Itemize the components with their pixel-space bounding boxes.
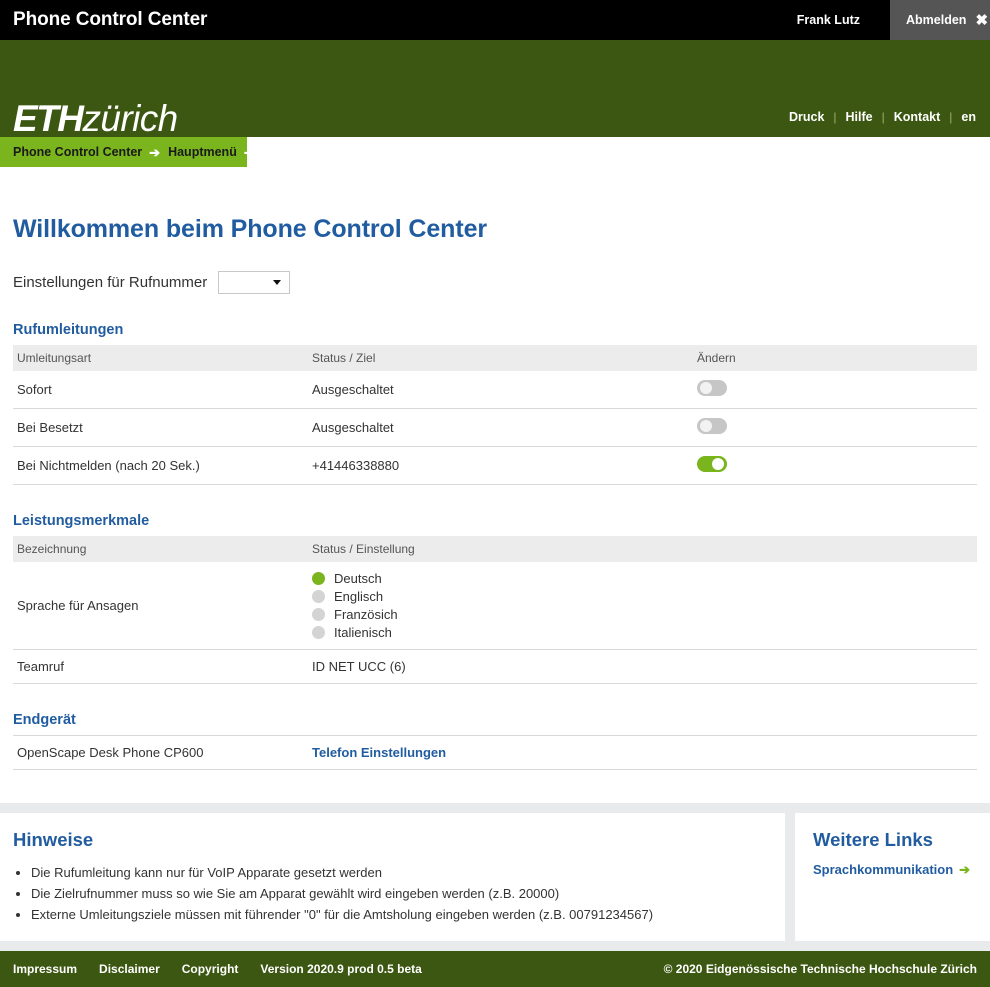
close-icon: ✖ (975, 11, 989, 29)
column-header-status-einstellung: Status / Einstellung (308, 536, 977, 562)
table-header-row: Bezeichnung Status / Einstellung (13, 536, 977, 562)
section-title-leistungsmerkmale: Leistungsmerkmale (13, 513, 150, 529)
forwarding-toggle-cell (693, 371, 977, 409)
radio-dot-icon (312, 572, 325, 585)
chevron-down-icon (273, 280, 282, 285)
feature-language-options-cell: Deutsch Englisch Französich Italienisch (308, 562, 977, 650)
radio-label: Französich (334, 607, 398, 622)
toggle-knob (712, 458, 724, 470)
footer-link-disclaimer[interactable]: Disclaimer (99, 962, 160, 976)
nav-link-kontakt[interactable]: Kontakt (885, 110, 950, 124)
nav-link-druck[interactable]: Druck (780, 110, 833, 124)
table-row: Teamruf ID NET UCC (6) (13, 649, 977, 684)
hinweise-title: Hinweise (13, 829, 94, 850)
forwarding-type: Sofort (13, 371, 308, 409)
main-content: Willkommen beim Phone Control Center Ein… (0, 215, 990, 770)
table-row: Sofort Ausgeschaltet (13, 371, 977, 409)
logo-zurich-text: zürich (82, 98, 179, 139)
current-user-label: Frank Lutz (796, 13, 860, 27)
table-row: Sprache für Ansagen Deutsch Englisch Fra… (13, 562, 977, 650)
table-row: Bei Nichtmelden (nach 20 Sek.) +41446338… (13, 446, 977, 485)
brand-nav: Druck | Hilfe | Kontakt | en (780, 110, 976, 124)
section-title-endgeraet: Endgerät (13, 712, 76, 728)
forwarding-toggle-cell (693, 446, 977, 485)
features-table: Bezeichnung Status / Einstellung Sprache… (13, 536, 977, 684)
list-item: Die Zielrufnummer muss so wie Sie am App… (31, 883, 765, 904)
radio-option-deutsch[interactable]: Deutsch (312, 571, 977, 586)
phone-number-label: Einstellungen für Rufnummer (13, 274, 208, 291)
radio-dot-icon (312, 626, 325, 639)
radio-label: Italienisch (334, 625, 392, 640)
toggle-switch-bei-nichtmelden[interactable] (697, 456, 727, 472)
table-row: OpenScape Desk Phone CP600 Telefon Einst… (13, 735, 977, 770)
feature-value-teamruf: ID NET UCC (6) (308, 649, 977, 684)
toggle-knob (700, 420, 712, 432)
hinweise-list: Die Rufumleitung kann nur für VoIP Appar… (13, 862, 765, 925)
hinweise-panel: Hinweise Die Rufumleitung kann nur für V… (0, 813, 785, 941)
column-header-status-ziel: Status / Ziel (308, 345, 693, 371)
radio-label: Englisch (334, 589, 384, 604)
radio-dot-icon (312, 590, 325, 603)
forwarding-type: Bei Nichtmelden (nach 20 Sek.) (13, 446, 308, 485)
forwarding-type: Bei Besetzt (13, 408, 308, 447)
link-sprachkommunikation[interactable]: Sprachkommunikation (813, 862, 953, 877)
app-header-bar: Phone Control Center Frank Lutz Abmelden… (0, 0, 990, 40)
list-item: Die Rufumleitung kann nur für VoIP Appar… (31, 862, 765, 883)
arrow-right-icon: ➔ (959, 862, 971, 877)
list-item: Sprachkommunikation ➔ (813, 862, 990, 877)
toggle-switch-sofort[interactable] (697, 380, 727, 396)
radio-option-italienisch[interactable]: Italienisch (312, 625, 977, 640)
toggle-knob (700, 382, 712, 394)
footer-link-copyright[interactable]: Copyright (182, 962, 239, 976)
radio-option-franzoesich[interactable]: Französich (312, 607, 977, 622)
brand-band: ETHzürich Druck | Hilfe | Kontakt | en (0, 40, 990, 137)
nav-link-language-en[interactable]: en (952, 110, 976, 124)
nav-link-hilfe[interactable]: Hilfe (837, 110, 882, 124)
app-header-right: Frank Lutz Abmelden ✖ (797, 0, 990, 40)
telefon-einstellungen-link[interactable]: Telefon Einstellungen (312, 745, 446, 760)
logout-button[interactable]: Abmelden ✖ (890, 0, 990, 40)
radio-option-englisch[interactable]: Englisch (312, 589, 977, 604)
phone-number-selector-row: Einstellungen für Rufnummer (13, 271, 977, 294)
weitere-links-panel: Weitere Links Sprachkommunikation ➔ (795, 813, 990, 941)
footer-link-impressum[interactable]: Impressum (13, 962, 77, 976)
weitere-links-title: Weitere Links (813, 829, 933, 850)
breadcrumb-item-phone-control-center[interactable]: Phone Control Center (13, 145, 142, 159)
forwarding-status: Ausgeschaltet (308, 408, 693, 447)
breadcrumb: Phone Control Center ➔ Hauptmenü ➔ (0, 137, 255, 167)
section-title-rufumleitungen: Rufumleitungen (13, 322, 124, 338)
device-name: OpenScape Desk Phone CP600 (13, 735, 308, 770)
forwarding-toggle-cell (693, 408, 977, 447)
radio-dot-icon (312, 608, 325, 621)
device-table: OpenScape Desk Phone CP600 Telefon Einst… (13, 735, 977, 770)
table-row: Bei Besetzt Ausgeschaltet (13, 408, 977, 447)
forwarding-status: +41446338880 (308, 446, 693, 485)
footer-version: Version 2020.9 prod 0.5 beta (260, 962, 422, 976)
radio-label: Deutsch (334, 571, 382, 586)
logout-label: Abmelden (906, 13, 967, 27)
phone-number-select[interactable] (218, 271, 291, 294)
page-title: Willkommen beim Phone Control Center (13, 215, 488, 243)
feature-label-teamruf: Teamruf (13, 649, 308, 684)
footer-copyright: © 2020 Eidgenössische Technische Hochsch… (663, 962, 977, 976)
column-header-umleitungsart: Umleitungsart (13, 345, 308, 371)
table-header-row: Umleitungsart Status / Ziel Ändern (13, 345, 977, 371)
device-empty-cell (693, 735, 977, 770)
breadcrumb-item-hauptmenu[interactable]: Hauptmenü (168, 145, 237, 159)
arrow-right-icon: ➔ (149, 144, 161, 160)
footer-bar: Impressum Disclaimer Copyright Version 2… (0, 951, 990, 987)
toggle-switch-bei-besetzt[interactable] (697, 418, 727, 434)
device-settings-cell: Telefon Einstellungen (308, 735, 693, 770)
app-title: Phone Control Center (13, 9, 208, 30)
info-band: Hinweise Die Rufumleitung kann nur für V… (0, 803, 990, 951)
language-radio-group: Deutsch Englisch Französich Italienisch (312, 571, 977, 640)
forwarding-status: Ausgeschaltet (308, 371, 693, 409)
eth-zurich-logo[interactable]: ETHzürich (13, 100, 178, 137)
column-header-aendern: Ändern (693, 345, 977, 371)
column-header-bezeichnung: Bezeichnung (13, 536, 308, 562)
call-forwarding-table: Umleitungsart Status / Ziel Ändern Sofor… (13, 345, 977, 485)
arrow-right-icon: ➔ (243, 144, 255, 160)
feature-label-language: Sprache für Ansagen (13, 562, 308, 650)
logo-eth-text: ETH (13, 98, 84, 139)
